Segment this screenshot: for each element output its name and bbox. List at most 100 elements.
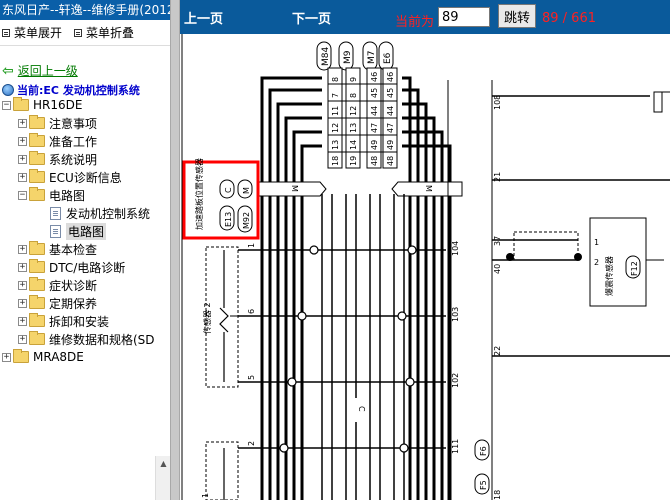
menu-icon <box>74 28 83 37</box>
tree-item[interactable]: + 维修数据和规格(SD <box>0 330 170 348</box>
folder-icon <box>29 169 45 183</box>
jump-button[interactable]: 跳转 <box>498 4 536 28</box>
tree-item-label: 定期保养 <box>49 296 98 311</box>
folder-icon <box>29 151 45 165</box>
collapse-toggle-icon[interactable]: − <box>18 190 27 200</box>
expand-toggle-icon[interactable]: + <box>18 298 27 308</box>
back-link[interactable]: ⇦ 返回上一级 <box>2 62 78 79</box>
expand-toggle-icon[interactable]: + <box>18 136 27 146</box>
expand-toggle-icon[interactable]: + <box>18 244 27 254</box>
menu-expand-button[interactable]: 菜单展开 <box>2 24 62 41</box>
tree-item[interactable]: + ECU诊断信息 <box>0 168 170 186</box>
svg-text:49: 49 <box>370 140 379 150</box>
tree-item-label: 维修数据和规格(SD <box>49 332 155 347</box>
tree-item-label: 发动机控制系统 <box>66 206 151 221</box>
svg-text:13: 13 <box>349 123 358 133</box>
tree-item-label: MRA8DE <box>33 350 84 364</box>
page-nav-bar: 上一页 下一页 当前为 跳转 89 / 661 <box>180 0 670 34</box>
tree-item[interactable]: + DTC/电路诊断 <box>0 258 170 276</box>
accel-sensor-name: 加速踏板位置传感器 <box>194 158 204 230</box>
back-link-label: 返回上一级 <box>17 64 78 78</box>
globe-icon <box>2 84 14 96</box>
svg-text:12: 12 <box>331 123 340 133</box>
folder-icon <box>29 277 45 291</box>
svg-text:40: 40 <box>493 264 502 274</box>
folder-icon <box>29 133 45 147</box>
svg-text:11: 11 <box>331 106 340 116</box>
svg-text:48: 48 <box>386 156 395 166</box>
svg-text:44: 44 <box>370 106 379 116</box>
tree-item[interactable]: + 定期保养 <box>0 294 170 312</box>
accel-sensor-id: E13 <box>224 212 233 227</box>
svg-text:47: 47 <box>386 123 395 133</box>
left-scrollbar[interactable]: ▲ <box>155 456 170 500</box>
expand-toggle-icon[interactable]: + <box>18 316 27 326</box>
page-number-input[interactable] <box>438 7 490 27</box>
svg-text:5: 5 <box>247 375 256 380</box>
svg-text:13: 13 <box>331 140 340 150</box>
back-arrow-icon: ⇦ <box>2 62 14 79</box>
svg-text:37: 37 <box>493 236 502 246</box>
tree-item-label: HR16DE <box>33 98 83 112</box>
expand-toggle-icon[interactable]: + <box>18 118 27 128</box>
menu-collapse-button[interactable]: 菜单折叠 <box>74 24 134 41</box>
svg-text:103: 103 <box>451 307 460 322</box>
tree-item[interactable]: + 基本检查 <box>0 240 170 258</box>
tree-item-label: 系统说明 <box>49 152 98 167</box>
svg-text:49: 49 <box>386 140 395 150</box>
connector-c-label: C <box>224 187 233 193</box>
expand-toggle-icon[interactable]: + <box>18 262 27 272</box>
f-tag: F6 <box>479 446 488 456</box>
right-pane: 上一页 下一页 当前为 跳转 89 / 661 M84 M9 M7 E6 <box>180 0 670 500</box>
menu-icon <box>2 28 10 37</box>
svg-text:18: 18 <box>331 156 340 166</box>
svg-text:22: 22 <box>493 346 502 356</box>
document-icon <box>50 206 61 220</box>
tree-item-label: ECU诊断信息 <box>49 170 122 185</box>
svg-text:14: 14 <box>349 140 358 150</box>
tree-item-label: DTC/电路诊断 <box>49 260 126 275</box>
scroll-up-icon[interactable]: ▲ <box>156 456 170 471</box>
next-page-link[interactable]: 下一页 <box>292 8 331 27</box>
wiring-diagram: M84 M9 M7 E6 8 7 11 12 13 18 9 8 12 13 1… <box>181 34 670 500</box>
prev-page-link[interactable]: 上一页 <box>184 8 223 27</box>
expand-toggle-icon[interactable]: + <box>18 172 27 182</box>
expand-toggle-icon[interactable]: + <box>18 154 27 164</box>
document-icon <box>50 224 61 238</box>
connector-tags: M84 M9 M7 E6 <box>316 41 394 71</box>
folder-icon <box>29 331 45 345</box>
junction-dots <box>279 245 417 453</box>
tree-item[interactable]: + 症状诊断 <box>0 276 170 294</box>
tree-item-wiring[interactable]: − 电路图 <box>0 186 170 204</box>
svg-text:48: 48 <box>370 156 379 166</box>
expand-toggle-icon[interactable]: + <box>2 352 11 362</box>
svg-text:19: 19 <box>349 156 358 166</box>
folder-icon <box>29 313 45 327</box>
expand-toggle-icon[interactable]: + <box>18 334 27 344</box>
collapse-toggle-icon[interactable]: − <box>2 100 11 110</box>
menu-toolbar: 菜单展开 菜单折叠 <box>0 20 170 46</box>
svg-text:108: 108 <box>493 95 502 110</box>
tree-item[interactable]: + 系统说明 <box>0 150 170 168</box>
connector-c-label: C <box>357 406 366 412</box>
tree-item-doc[interactable]: 发动机控制系统 <box>0 204 170 222</box>
folder-icon <box>13 349 29 363</box>
knock-sensor-name: 爆震传感器 <box>604 256 614 296</box>
svg-text:47: 47 <box>370 123 379 133</box>
f-tag: F5 <box>479 480 488 490</box>
tree-item[interactable]: + 注意事项 <box>0 114 170 132</box>
tree-item[interactable]: + 准备工作 <box>0 132 170 150</box>
svg-text:7: 7 <box>331 93 340 98</box>
expand-toggle-icon[interactable]: + <box>18 280 27 290</box>
pin-grid <box>327 67 398 169</box>
tree-item-hr16de[interactable]: − HR16DE <box>0 96 170 114</box>
pane-splitter[interactable] <box>170 0 180 500</box>
svg-text:45: 45 <box>370 88 379 98</box>
connector-tag: E6 <box>383 52 393 64</box>
svg-text:1: 1 <box>247 243 256 248</box>
tree-item-doc-selected[interactable]: 电路图 <box>0 222 170 240</box>
tree-item-mra8de[interactable]: + MRA8DE <box>0 348 170 366</box>
tree-item-label: 注意事项 <box>49 116 98 131</box>
connector-tag: M84 <box>321 47 331 66</box>
tree-item[interactable]: + 拆卸和安装 <box>0 312 170 330</box>
